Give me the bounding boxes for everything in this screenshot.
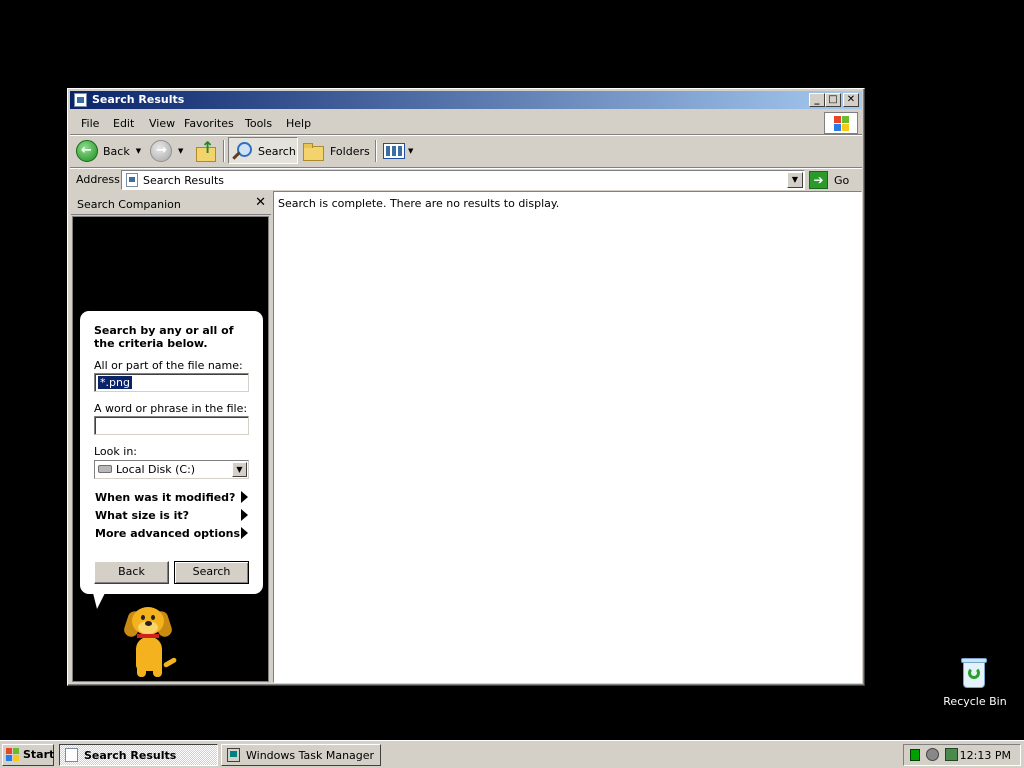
recycle-bin[interactable]: Recycle Bin xyxy=(940,655,1010,710)
menu-file[interactable]: File xyxy=(81,117,99,130)
option-advanced[interactable]: More advanced options xyxy=(95,527,250,540)
views-icon xyxy=(383,143,405,159)
menu-tools[interactable]: Tools xyxy=(245,117,272,130)
pane-close-icon[interactable]: ✕ xyxy=(255,195,266,210)
windows-flag-icon xyxy=(834,116,850,131)
search-dog-icon[interactable] xyxy=(122,605,183,680)
expand-arrow-icon xyxy=(241,509,248,521)
close-button[interactable]: ✕ xyxy=(843,93,859,107)
folder-icon xyxy=(303,143,324,161)
criteria-intro: Search by any or all of the criteria bel… xyxy=(94,324,234,350)
title-bar[interactable]: Search Results _ □ ✕ xyxy=(70,91,862,109)
results-area[interactable]: Search is complete. There are no results… xyxy=(273,191,862,683)
pane-body: Search by any or all of the criteria bel… xyxy=(72,216,269,682)
search-label: Search xyxy=(258,144,296,158)
menu-edit[interactable]: Edit xyxy=(113,117,134,130)
window-title: Search Results xyxy=(92,93,185,106)
menu-view[interactable]: View xyxy=(149,117,175,130)
go-arrow-icon: ➔ xyxy=(809,171,828,189)
start-button[interactable]: Start xyxy=(2,744,54,766)
balloon-tail xyxy=(93,593,105,609)
menu-help[interactable]: Help xyxy=(286,117,311,130)
search-toolbar-button[interactable]: Search xyxy=(228,137,298,164)
search-magnifier-icon xyxy=(231,141,252,161)
clock[interactable]: 12:13 PM xyxy=(960,749,1011,762)
lookin-value: Local Disk (C:) xyxy=(116,463,196,476)
recycle-bin-icon xyxy=(961,658,987,688)
go-label: Go xyxy=(834,173,850,187)
search-page-icon xyxy=(126,173,138,187)
phrase-input[interactable] xyxy=(94,416,249,435)
task-manager-icon xyxy=(227,748,240,762)
folders-label: Folders xyxy=(330,144,370,158)
menu-bar: File Edit View Favorites Tools Help xyxy=(70,112,862,134)
taskbar-item-search-results[interactable]: Search Results xyxy=(59,744,218,766)
pane-title: Search Companion xyxy=(77,198,181,211)
folders-button[interactable]: Folders xyxy=(303,139,370,163)
views-button[interactable]: ▼ xyxy=(383,139,413,163)
maximize-button[interactable]: □ xyxy=(825,93,841,107)
filename-input[interactable]: *.png xyxy=(94,373,249,392)
volume-icon[interactable] xyxy=(926,748,939,761)
minimize-button[interactable]: _ xyxy=(809,93,825,107)
back-dropdown-icon[interactable]: ▼ xyxy=(136,147,141,155)
windows-flag-icon xyxy=(6,748,19,761)
go-button[interactable]: ➔ Go xyxy=(809,170,849,190)
option-size[interactable]: What size is it? xyxy=(95,509,250,522)
option-modified-label: When was it modified? xyxy=(95,491,236,504)
lookin-label: Look in: xyxy=(94,445,137,458)
menu-favorites[interactable]: Favorites xyxy=(184,117,234,130)
toolbar-separator xyxy=(375,140,377,162)
tray-app-icon[interactable] xyxy=(945,748,958,761)
folder-up-icon xyxy=(195,138,217,162)
companion-back-button[interactable]: Back xyxy=(94,561,169,584)
network-icon[interactable] xyxy=(910,749,920,761)
toolbar: Back ▼ ▼ Search Folders ▼ xyxy=(70,136,862,166)
system-tray: 12:13 PM xyxy=(903,744,1021,766)
taskbar-item-label: Windows Task Manager xyxy=(246,749,375,762)
expand-arrow-icon xyxy=(241,491,248,503)
recycle-bin-label: Recycle Bin xyxy=(943,695,1007,708)
option-size-label: What size is it? xyxy=(95,509,190,522)
search-results-window: Search Results _ □ ✕ File Edit View Favo… xyxy=(67,88,865,686)
toolbar-separator xyxy=(223,140,225,162)
search-criteria-balloon: Search by any or all of the criteria bel… xyxy=(80,311,263,594)
views-dropdown-icon[interactable]: ▼ xyxy=(408,147,413,155)
local-disk-icon xyxy=(98,465,112,473)
taskbar-item-task-manager[interactable]: Windows Task Manager xyxy=(221,744,381,766)
address-bar: Address Search Results ▼ ➔ Go xyxy=(70,169,862,191)
address-field[interactable]: Search Results ▼ xyxy=(121,170,805,190)
forward-dropdown-icon[interactable]: ▼ xyxy=(178,147,183,155)
search-companion-pane: Search Companion ✕ Search by any or all … xyxy=(71,193,271,683)
phrase-label: A word or phrase in the file: xyxy=(94,402,248,415)
search-page-icon xyxy=(65,748,78,762)
back-arrow-icon xyxy=(76,140,98,162)
lookin-select[interactable]: Local Disk (C:) ▼ xyxy=(94,460,249,479)
taskbar: Start Search Results Windows Task Manage… xyxy=(0,740,1024,768)
back-label: Back xyxy=(103,144,130,158)
expand-arrow-icon xyxy=(241,527,248,539)
start-label: Start xyxy=(23,748,55,761)
option-modified[interactable]: When was it modified? xyxy=(95,491,250,504)
address-value: Search Results xyxy=(143,174,225,187)
window-icon[interactable] xyxy=(74,93,87,107)
address-label: Address xyxy=(76,173,120,186)
lookin-dropdown-icon[interactable]: ▼ xyxy=(232,462,247,477)
windows-logo xyxy=(824,112,858,134)
filename-label: All or part of the file name: xyxy=(94,359,243,372)
results-message: Search is complete. There are no results… xyxy=(278,197,560,210)
taskbar-item-label: Search Results xyxy=(84,749,177,762)
option-advanced-label: More advanced options xyxy=(95,527,241,540)
companion-search-button[interactable]: Search xyxy=(174,561,249,584)
forward-button[interactable]: ▼ xyxy=(150,139,183,163)
forward-arrow-icon xyxy=(150,140,172,162)
back-button[interactable]: Back ▼ xyxy=(76,139,141,163)
filename-value: *.png xyxy=(98,376,132,389)
pane-header: Search Companion ✕ xyxy=(71,193,271,215)
address-dropdown-button[interactable]: ▼ xyxy=(787,172,803,188)
up-folder-button[interactable] xyxy=(195,138,217,163)
